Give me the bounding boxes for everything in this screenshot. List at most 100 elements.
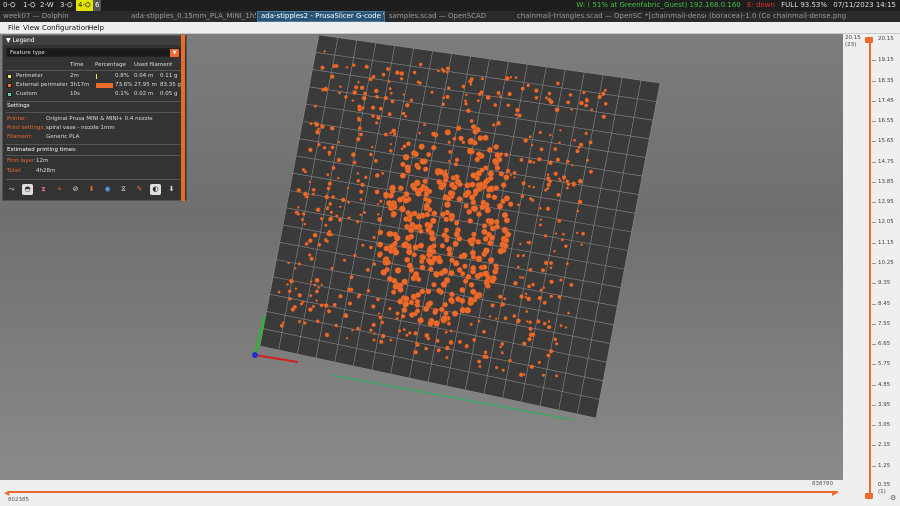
custom-gcodes-icon[interactable]: ✎ (134, 184, 145, 195)
stipple-dot (411, 252, 417, 258)
feature-row-external-perimeter[interactable]: External perimeter 3h17m 73.6% 27.95 m 8… (3, 81, 186, 90)
stipple-dot (488, 234, 496, 241)
workspace-0[interactable]: 0-⛭ (1, 0, 18, 11)
stipple-dot (423, 202, 430, 209)
right-arrow-icon[interactable]: ▶ (832, 489, 837, 497)
window-tab-openscad-chainmail[interactable]: chainmail-triangles.scad — OpenSCAD (514, 11, 642, 22)
workspace-1[interactable]: 1-⛭ (21, 0, 38, 11)
stipple-dot (436, 287, 443, 294)
stipple-dot (374, 189, 380, 195)
wipe-icon[interactable]: ◓ (22, 184, 33, 195)
window-tab-gcode-file[interactable]: ada-stipples_0.15mm_PLA_MINI_1h54m (128, 11, 256, 22)
layer-tick-label: 7.55 (878, 320, 891, 327)
stipple-dot (389, 338, 393, 342)
stipple-dot (395, 70, 400, 75)
stipple-dot (514, 76, 518, 80)
stipple-dot (377, 252, 383, 258)
stipple-dot (544, 96, 548, 100)
stipple-dot (353, 85, 359, 90)
window-tab-prusaslicer[interactable]: ada-stipples2 - PrusaSlicer G-code Viewe… (257, 11, 385, 22)
stipple-dot (401, 307, 408, 313)
deretractions-icon[interactable]: ⩮ (54, 184, 65, 195)
stipple-dot (464, 306, 472, 314)
stipple-dot (369, 152, 373, 157)
stipple-dot (372, 338, 376, 342)
stipple-dot (473, 187, 479, 194)
color-changes-icon[interactable]: ◉ (102, 184, 113, 195)
stipple-dot (414, 298, 421, 305)
workspace-2[interactable]: 2-W (38, 0, 56, 11)
view-type-select[interactable]: Feature type ▼ (6, 48, 180, 57)
pause-prints-icon[interactable]: ⧖ (118, 184, 129, 195)
stipple-dot (277, 290, 281, 294)
stipple-dot (554, 232, 558, 235)
move-slider-left-value: 802385 (8, 497, 29, 503)
stipple-dot (294, 287, 298, 291)
shells-icon[interactable]: ⬇ (166, 184, 177, 195)
stipple-dot (359, 197, 363, 201)
stipple-dot (494, 365, 499, 370)
window-tab-openscad-samples[interactable]: samples.scad — OpenSCAD (386, 11, 514, 22)
seams-icon[interactable]: ⊘ (70, 184, 81, 195)
legend-header[interactable]: ▼ Legend (3, 36, 186, 45)
stipple-dot (528, 267, 533, 272)
stipple-dot (480, 77, 485, 81)
workspace-3[interactable]: 3-⛭ (58, 0, 75, 11)
stipple-dot (311, 192, 315, 196)
left-arrow-icon[interactable]: ◀ (4, 489, 9, 497)
feature-row-perimeter[interactable]: Perimeter 2m 0.8% 0.04 m 0.11 g (3, 72, 186, 81)
stipple-dot (412, 244, 419, 251)
move-slider-track[interactable] (8, 491, 838, 493)
stipple-dot (554, 107, 560, 113)
stipple-dot (375, 121, 379, 125)
stipple-dot (368, 77, 373, 82)
window-tab-boracea[interactable]: (boracea)-1.0 (Couleur) (706, 11, 770, 22)
stipple-dot (444, 330, 448, 334)
stipple-dot (413, 331, 418, 336)
feature-row-custom[interactable]: Custom 10s 0.1% 0.02 m 0.05 g (3, 90, 186, 99)
stipple-dot (577, 199, 583, 205)
stipple-dot (402, 144, 407, 149)
stipple-dot (357, 117, 362, 122)
stipple-dot (549, 266, 553, 270)
stipple-dot (406, 262, 413, 269)
stipple-dot (356, 326, 360, 331)
stipple-dot (577, 145, 581, 150)
window-tab-chainmail-dense[interactable]: *[chainmail-dense] (642, 11, 706, 22)
stipple-dot (455, 125, 462, 131)
window-tab-dolphin[interactable]: week07 — Dolphin (0, 11, 128, 22)
stipple-dot (415, 308, 421, 314)
stipple-dot (467, 296, 474, 303)
chevron-down-icon[interactable]: ▼ (170, 49, 179, 57)
tool-changes-icon[interactable]: ⬇ (86, 184, 97, 195)
center-of-gravity-icon[interactable]: ◐ (150, 184, 161, 195)
stipple-dot (517, 113, 522, 118)
workspace-6[interactable]: 6 (93, 0, 102, 11)
layer-slider[interactable]: 20.15 (23) 19.15 18.35 17.45 16.55 15.65 14.7… (843, 34, 900, 506)
stipple-dot (345, 336, 349, 340)
stipple-dot (377, 229, 384, 236)
travel-icon[interactable]: ⤳ (6, 184, 17, 195)
window-tab-chainmail-png[interactable]: chainmail-dense.png (770, 11, 900, 22)
stipple-dot (525, 320, 529, 323)
stipple-dot (300, 218, 304, 222)
lower-thumb[interactable] (865, 493, 873, 499)
legend-scrollbar[interactable] (181, 35, 185, 201)
layer-slider-track[interactable] (869, 40, 871, 495)
stipple-dot (494, 152, 501, 159)
menu-help[interactable]: Help (84, 22, 108, 34)
stipple-dot (484, 207, 491, 214)
workspace-4[interactable]: 4-⛭ (76, 0, 93, 11)
layer-tick-mark (872, 344, 876, 346)
stipple-dot (427, 320, 434, 327)
stipple-dot (323, 50, 326, 53)
retractions-icon[interactable]: ⧗ (38, 184, 49, 195)
stipple-dot (547, 91, 552, 96)
move-slider[interactable]: ◀ ▶ 802385 838780 (0, 480, 843, 506)
stipple-dot (514, 113, 518, 117)
stipple-dot (469, 181, 476, 188)
upper-thumb[interactable] (865, 37, 873, 43)
stipple-dot (541, 373, 546, 377)
stipple-dot (375, 94, 379, 99)
settings-gear-icon[interactable]: ⚙ (890, 494, 896, 502)
